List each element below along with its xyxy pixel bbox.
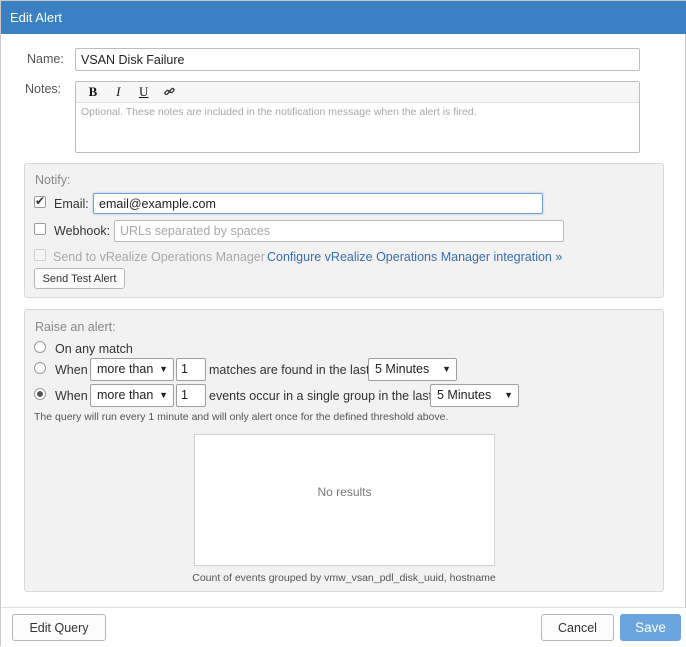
raise-alert-title: Raise an alert: [35, 320, 116, 334]
radio-events[interactable] [34, 388, 46, 400]
vrops-label: Send to vRealize Operations Manager [53, 250, 265, 264]
save-button[interactable]: Save [620, 614, 681, 641]
events-text: events occur in a single group in the la… [209, 389, 433, 403]
notify-title: Notify: [35, 173, 71, 187]
email-input[interactable] [93, 193, 543, 214]
notes-textarea[interactable] [79, 104, 636, 150]
webhook-checkbox[interactable] [34, 223, 46, 235]
email-label: Email: [54, 197, 89, 211]
matches-window-select[interactable]: 5 Minutes ▼ [368, 358, 457, 381]
matches-when-label: When [55, 363, 88, 377]
name-input[interactable] [75, 48, 640, 71]
no-results-text: No results [317, 485, 372, 499]
results-preview: No results [194, 434, 495, 566]
radio-any-match[interactable] [34, 341, 46, 353]
chevron-down-icon: ▼ [159, 390, 168, 400]
events-window-value: 5 Minutes [437, 388, 492, 402]
vrops-checkbox[interactable] [34, 249, 46, 261]
any-match-label: On any match [55, 342, 133, 356]
events-comparator-select[interactable]: more than ▼ [90, 384, 174, 407]
chevron-down-icon: ▼ [159, 364, 168, 374]
matches-window-value: 5 Minutes [375, 362, 430, 376]
bold-button[interactable]: B [82, 82, 104, 102]
matches-comparator-select[interactable]: more than ▼ [90, 358, 174, 381]
link-icon [163, 87, 175, 96]
notes-label: Notes: [25, 82, 62, 96]
edit-alert-dialog: Edit Alert Name: Notes: B I U Notify: Em… [0, 0, 686, 647]
underline-button[interactable]: U [133, 82, 155, 102]
link-button[interactable] [158, 82, 180, 102]
chevron-down-icon: ▼ [504, 390, 513, 400]
dialog-title: Edit Alert [1, 1, 686, 34]
chevron-down-icon: ▼ [442, 364, 451, 374]
events-count-input[interactable]: 1 [176, 384, 206, 407]
query-schedule-note: The query will run every 1 minute and wi… [34, 411, 449, 423]
vrops-integration-link[interactable]: Configure vRealize Operations Manager in… [267, 250, 562, 264]
name-label: Name: [27, 52, 64, 66]
matches-count-input[interactable]: 1 [176, 358, 206, 381]
results-caption: Count of events grouped by vmw_vsan_pdl_… [192, 572, 496, 584]
italic-button[interactable]: I [107, 82, 129, 102]
webhook-input[interactable] [114, 220, 564, 242]
cancel-button[interactable]: Cancel [541, 614, 614, 641]
matches-text: matches are found in the last [209, 363, 370, 377]
webhook-label: Webhook: [54, 224, 111, 238]
radio-matches[interactable] [34, 362, 46, 374]
email-checkbox[interactable] [34, 194, 46, 208]
events-window-select[interactable]: 5 Minutes ▼ [430, 384, 519, 407]
notes-editor: B I U [75, 81, 640, 153]
notes-toolbar: B I U [76, 82, 639, 103]
events-when-label: When [55, 389, 88, 403]
edit-query-button[interactable]: Edit Query [12, 614, 106, 641]
events-comparator-value: more than [97, 388, 154, 402]
matches-comparator-value: more than [97, 362, 154, 376]
send-test-alert-button[interactable]: Send Test Alert [34, 268, 125, 289]
